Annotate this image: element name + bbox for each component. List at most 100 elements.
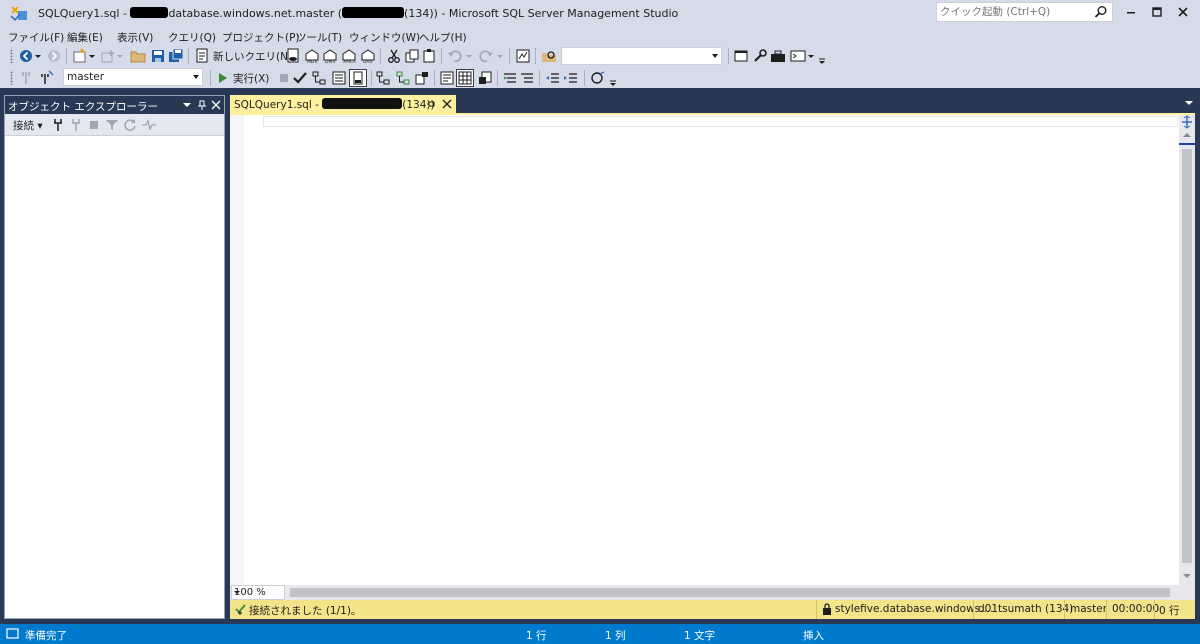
- chevron-down-icon[interactable]: [807, 48, 815, 64]
- connect-button[interactable]: 接続 ▾: [13, 118, 43, 133]
- solution-config-combo[interactable]: [561, 47, 722, 65]
- database-query-icon[interactable]: [285, 48, 301, 64]
- save-icon[interactable]: [150, 48, 166, 64]
- include-actual-plan-icon[interactable]: [375, 70, 391, 86]
- output-window-icon[interactable]: [790, 48, 806, 64]
- menu-tools[interactable]: ツール(T): [296, 30, 342, 45]
- open-folder-icon[interactable]: [130, 48, 146, 64]
- maximize-icon[interactable]: [1146, 4, 1168, 20]
- change-connection-icon[interactable]: [38, 70, 54, 86]
- minimize-icon[interactable]: [1120, 4, 1142, 20]
- quick-launch-box[interactable]: [936, 2, 1113, 22]
- quick-launch-input[interactable]: [940, 5, 1090, 19]
- scroll-thumb[interactable]: [1182, 149, 1192, 563]
- display-estimated-plan-icon[interactable]: [311, 70, 327, 86]
- pin-icon[interactable]: [197, 100, 207, 110]
- toolbar-overflow-icon[interactable]: [609, 70, 617, 86]
- vertical-scrollbar[interactable]: [1179, 115, 1195, 585]
- object-explorer-panel[interactable]: オブジェクト エクスプローラー 接続 ▾: [4, 95, 225, 619]
- close-icon[interactable]: [442, 99, 452, 109]
- scroll-up-icon[interactable]: [1182, 131, 1192, 139]
- chevron-down-icon[interactable]: [116, 48, 124, 64]
- chevron-down-icon[interactable]: [182, 100, 192, 110]
- connect-plug-icon[interactable]: [51, 118, 65, 132]
- horizontal-scroll-thumb[interactable]: [290, 588, 1170, 597]
- split-window-icon[interactable]: [1180, 115, 1194, 129]
- tab-sqlquery1[interactable]: SQLQuery1.sql - (134)): [230, 95, 456, 113]
- redo-icon[interactable]: [478, 48, 494, 64]
- close-icon[interactable]: [211, 100, 221, 110]
- cut-icon[interactable]: [386, 48, 402, 64]
- activity-monitor-icon[interactable]: [515, 48, 531, 64]
- forward-icon[interactable]: [46, 48, 62, 64]
- menu-help[interactable]: ヘルプ(H): [419, 30, 467, 45]
- query-options-icon[interactable]: [331, 70, 347, 86]
- undo-icon[interactable]: [447, 48, 463, 64]
- template-explorer-icon[interactable]: [733, 48, 749, 64]
- zoom-combo[interactable]: 100 %: [231, 585, 285, 600]
- query-editor[interactable]: [230, 113, 1195, 585]
- stop-icon[interactable]: [276, 70, 292, 86]
- properties-wrench-icon[interactable]: [752, 48, 768, 64]
- chevron-down-icon[interactable]: [496, 48, 504, 64]
- search-icon[interactable]: [1094, 5, 1108, 19]
- new-project-icon[interactable]: [72, 48, 88, 64]
- paste-icon[interactable]: [421, 48, 437, 64]
- copy-icon[interactable]: [404, 48, 420, 64]
- parse-checkmark-icon[interactable]: [292, 70, 308, 86]
- mdx-query-icon[interactable]: MDX: [304, 48, 320, 64]
- connect-plug-icon[interactable]: [18, 70, 34, 86]
- intellisense-enabled-icon[interactable]: [349, 69, 367, 87]
- scroll-down-icon[interactable]: [1182, 572, 1192, 580]
- menu-file[interactable]: ファイル(F): [8, 30, 64, 45]
- execute-label[interactable]: 実行(X): [233, 71, 269, 86]
- pin-icon[interactable]: [426, 99, 436, 109]
- live-query-stats-icon[interactable]: [395, 70, 411, 86]
- menu-view[interactable]: 表示(V): [117, 30, 153, 45]
- new-query-label[interactable]: 新しいクエリ(N): [213, 49, 292, 64]
- decrease-indent-icon[interactable]: [545, 70, 561, 86]
- chevron-down-icon[interactable]: [1184, 99, 1194, 107]
- comment-lines-icon[interactable]: [502, 70, 518, 86]
- chevron-down-icon[interactable]: [234, 591, 240, 594]
- results-to-grid-icon[interactable]: [456, 69, 474, 87]
- increase-indent-icon[interactable]: [563, 70, 579, 86]
- toolbar-grip[interactable]: [10, 49, 13, 63]
- chevron-down-icon[interactable]: [88, 48, 96, 64]
- results-to-text-icon[interactable]: [439, 70, 455, 86]
- add-item-icon[interactable]: [100, 48, 116, 64]
- redacted-block: [342, 7, 405, 18]
- find-in-files-icon[interactable]: [541, 48, 557, 64]
- new-query-icon[interactable]: [194, 48, 210, 64]
- menu-bar: ファイル(F) 編集(E) 表示(V) クエリ(Q) プロジェクト(P) ツール…: [0, 28, 1200, 46]
- uncomment-lines-icon[interactable]: [519, 70, 535, 86]
- chevron-down-icon[interactable]: [34, 48, 42, 64]
- execute-play-icon[interactable]: [215, 70, 231, 86]
- close-icon[interactable]: [1172, 4, 1194, 20]
- toolbar-overflow-icon[interactable]: [818, 48, 826, 64]
- specify-template-values-icon[interactable]: [590, 70, 606, 86]
- toolbox-icon[interactable]: [770, 48, 786, 64]
- menu-window[interactable]: ウィンドウ(W): [349, 30, 420, 45]
- chevron-down-icon[interactable]: [712, 54, 718, 58]
- menu-edit[interactable]: 編集(E): [67, 30, 103, 45]
- disconnect-icon[interactable]: [69, 118, 83, 132]
- refresh-icon[interactable]: [123, 118, 137, 132]
- chevron-down-icon[interactable]: [465, 48, 473, 64]
- ssms-app-icon[interactable]: [9, 5, 29, 23]
- menu-query[interactable]: クエリ(Q): [168, 30, 216, 45]
- client-statistics-icon[interactable]: [414, 70, 430, 86]
- stop-icon[interactable]: [87, 118, 101, 132]
- xmla-query-icon[interactable]: XMLA: [341, 48, 357, 64]
- save-all-icon[interactable]: [168, 48, 184, 64]
- results-to-file-icon[interactable]: [477, 70, 493, 86]
- menu-project[interactable]: プロジェクト(P): [222, 30, 300, 45]
- back-icon[interactable]: [18, 48, 34, 64]
- activity-monitor-icon[interactable]: [141, 118, 157, 132]
- filter-icon[interactable]: [105, 118, 119, 132]
- toolbar-grip[interactable]: [10, 71, 13, 85]
- chevron-down-icon[interactable]: [193, 75, 199, 79]
- dmx-query-icon[interactable]: DMX: [322, 48, 338, 64]
- available-databases-combo[interactable]: master: [63, 68, 203, 86]
- dax-query-icon[interactable]: DAX: [360, 48, 376, 64]
